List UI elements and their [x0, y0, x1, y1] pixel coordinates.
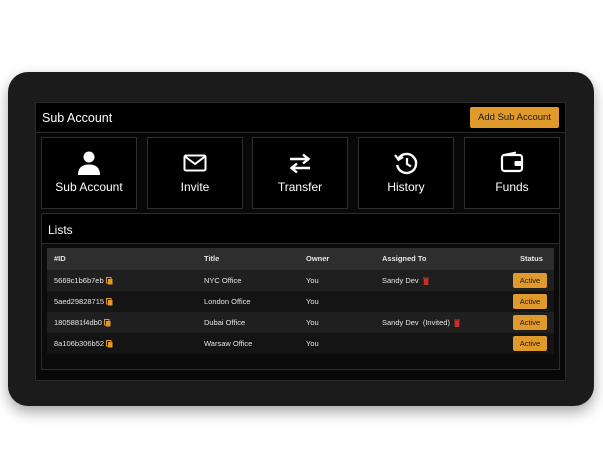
lists-header: Lists [42, 214, 559, 244]
table-row: 1805881f4db0 Dubai Office You Sandy Dev … [47, 312, 554, 333]
row-assigned: Sandy Dev [382, 276, 419, 285]
tile-label: Funds [495, 180, 529, 194]
envelope-icon [183, 154, 207, 172]
row-owner: You [306, 297, 319, 306]
row-id: 5aed29828715 [54, 297, 105, 306]
trash-icon[interactable] [422, 277, 429, 286]
column-header-status: Status [520, 254, 543, 263]
column-header-title: Title [204, 254, 220, 263]
copy-icon[interactable] [103, 319, 111, 327]
tile-label: History [387, 180, 425, 194]
lists-title: Lists [48, 223, 73, 237]
tile-label: Invite [180, 180, 210, 194]
row-owner: You [306, 339, 319, 348]
copy-icon[interactable] [106, 298, 113, 306]
add-sub-account-button[interactable]: Add Sub Account [470, 107, 559, 128]
transfer-arrows-icon [289, 153, 311, 174]
lists-section: Lists #ID Title Owner Assigned To Status… [41, 213, 560, 370]
table-row: 5aed29828715 London Office You Active [47, 291, 554, 312]
row-id: 5669c1b6b7eb [54, 276, 104, 285]
row-id: 8a106b306b52 [54, 339, 105, 348]
history-icon [394, 152, 418, 175]
tile-label: Transfer [277, 180, 323, 194]
table-row: 8a106b306b52 Warsaw Office You Active [47, 333, 554, 354]
row-owner: You [306, 318, 319, 327]
row-title: London Office [204, 297, 251, 306]
row-title: NYC Office [204, 276, 242, 285]
table-header: #ID Title Owner Assigned To Status [47, 248, 554, 270]
copy-icon[interactable] [105, 277, 113, 285]
status-button[interactable]: Active [513, 336, 547, 351]
tile-label: Sub Account [55, 180, 123, 194]
column-header-id: #ID [54, 254, 66, 263]
tile-funds[interactable]: Funds [464, 137, 560, 209]
user-icon [78, 151, 100, 175]
row-id: 1805881f4db0 [54, 318, 102, 327]
column-header-assigned: Assigned To [382, 254, 427, 263]
tile-sub-account[interactable]: Sub Account [41, 137, 137, 209]
status-button[interactable]: Active [513, 294, 547, 309]
table-row: 5669c1b6b7eb NYC Office You Sandy Dev Ac… [47, 270, 554, 291]
status-button[interactable]: Active [513, 315, 547, 330]
trash-icon[interactable] [453, 319, 460, 328]
status-button[interactable]: Active [513, 273, 547, 288]
copy-icon[interactable] [106, 340, 113, 348]
tile-history[interactable]: History [358, 137, 454, 209]
wallet-icon [500, 151, 524, 173]
tile-transfer[interactable]: Transfer [252, 137, 348, 209]
sub-accounts-table: #ID Title Owner Assigned To Status 5669c… [47, 248, 554, 354]
row-title: Warsaw Office [204, 339, 253, 348]
tile-invite[interactable]: Invite [147, 137, 243, 209]
row-owner: You [306, 276, 319, 285]
column-header-owner: Owner [306, 254, 330, 263]
page-title: Sub Account [42, 111, 113, 125]
row-assigned: Sandy Dev (Invited) [382, 318, 450, 327]
row-title: Dubai Office [204, 318, 246, 327]
panel-header: Sub Account Add Sub Account [36, 103, 565, 133]
